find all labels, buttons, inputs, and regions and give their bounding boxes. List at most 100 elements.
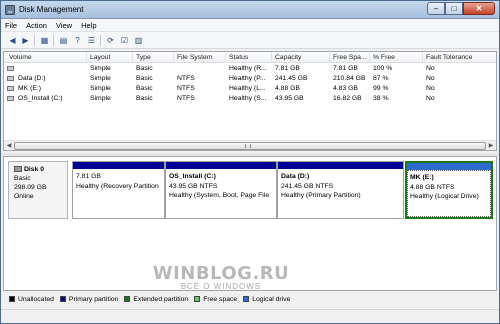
cell-type: Basic <box>136 95 153 102</box>
cell-fault-tolerance: No <box>426 65 435 72</box>
scroll-right-icon[interactable]: ▶ <box>486 141 496 151</box>
partition-name: MK (E:) <box>410 174 434 181</box>
volume-icon <box>7 66 14 71</box>
partition-name: Data (D:) <box>281 173 310 180</box>
cell-type: Basic <box>136 85 153 92</box>
partition-status: Healthy (Primary Partition) <box>281 192 361 199</box>
cell-free-space: 4.83 GB <box>333 85 358 92</box>
legend-item-unallocated: Unallocated <box>9 296 54 303</box>
maximize-button[interactable]: □ <box>445 2 463 15</box>
column-header-status[interactable]: Status <box>229 54 248 61</box>
scrollbar-thumb[interactable] <box>14 142 486 150</box>
column-header-file-system[interactable]: File System <box>177 54 213 61</box>
partition-os-install[interactable]: OS_Install (C:) 43.95 GB NTFS Healthy (S… <box>165 161 277 219</box>
scroll-left-icon[interactable]: ◀ <box>4 141 14 151</box>
close-button[interactable]: ✕ <box>463 2 495 15</box>
close-icon: ✕ <box>475 4 483 13</box>
column-divider[interactable] <box>225 52 226 63</box>
cell-volume: OS_Install (C:) <box>18 95 63 102</box>
menu-file[interactable]: File <box>1 19 22 31</box>
disk-0-label[interactable]: Disk 0 Basic 298.09 GB Online <box>8 161 68 219</box>
partition-data[interactable]: Data (D:) 241.45 GB NTFS Healthy (Primar… <box>277 161 404 219</box>
legend-label: Free space <box>203 295 238 303</box>
hard-disk-icon <box>14 166 22 172</box>
column-header-capacity[interactable]: Capacity <box>275 54 301 61</box>
table-row[interactable]: Simple Basic Healthy (R... 7.81 GB 7.81 … <box>4 64 496 74</box>
window-title: Disk Management <box>19 5 84 14</box>
cell-percent-free: 38 % <box>373 95 389 102</box>
settings-list-icon[interactable]: ▥ <box>133 35 144 46</box>
primary-partition-bar <box>73 162 164 169</box>
legend-swatch <box>59 296 66 302</box>
column-divider[interactable] <box>369 52 370 63</box>
column-header-volume[interactable]: Volume <box>9 54 32 61</box>
cell-free-space: 16.82 GB <box>333 95 362 102</box>
partition-mk[interactable]: MK (E:) 4.88 GB NTFS Healthy (Logical Dr… <box>405 161 493 219</box>
column-divider[interactable] <box>173 52 174 63</box>
cell-layout: Simple <box>90 85 111 92</box>
column-divider[interactable] <box>86 52 87 63</box>
cell-layout: Simple <box>90 75 111 82</box>
cell-percent-free: 87 % <box>373 75 389 82</box>
cell-percent-free: 99 % <box>373 85 389 92</box>
column-header-fault-tolerance[interactable]: Fault Tolerance <box>426 54 472 61</box>
disk-graphical-view: Disk 0 Basic 298.09 GB Online 7.81 GB He… <box>3 156 497 291</box>
table-row[interactable]: OS_Install (C:) Simple Basic NTFS Health… <box>4 94 496 104</box>
help-icon[interactable]: ? <box>72 35 83 46</box>
table-row[interactable]: Data (D:) Simple Basic NTFS Healthy (P..… <box>4 74 496 84</box>
cell-free-space: 7.81 GB <box>333 65 358 72</box>
column-header-layout[interactable]: Layout <box>90 54 110 61</box>
menu-help[interactable]: Help <box>77 19 101 31</box>
legend-item-logical-drive: Logical drive <box>243 296 290 303</box>
back-arrow-icon[interactable]: ◀ <box>7 35 18 46</box>
title-bar[interactable]: Disk Management – □ ✕ <box>1 1 499 19</box>
legend-label: Extended partition <box>133 295 189 303</box>
legend-swatch <box>243 296 250 302</box>
partition-size: 4.88 GB NTFS <box>410 183 455 191</box>
horizontal-scrollbar[interactable]: ◀ ▶ <box>4 140 496 150</box>
partition-status: Healthy (Recovery Partition <box>76 182 159 190</box>
details-list-icon[interactable]: ☰ <box>86 35 97 46</box>
partition-recovery[interactable]: 7.81 GB Healthy (Recovery Partition <box>72 161 165 219</box>
column-divider[interactable] <box>271 52 272 63</box>
check-properties-icon[interactable]: ☑ <box>119 35 130 46</box>
refresh-icon[interactable]: ⟳ <box>105 35 116 46</box>
forward-arrow-icon[interactable]: ▶ <box>20 35 31 46</box>
legend-label: Logical drive <box>252 295 291 303</box>
partition-name: OS_Install (C:) <box>169 173 216 180</box>
cell-volume: MK (E:) <box>18 85 42 92</box>
properties-grid-icon[interactable]: ▦ <box>39 35 50 46</box>
table-row[interactable]: MK (E:) Simple Basic NTFS Healthy (L... … <box>4 84 496 94</box>
volume-icon <box>7 76 14 81</box>
volume-icon <box>7 86 14 91</box>
partition-status: Healthy (Logical Drive) <box>410 193 479 200</box>
logical-drive-bar <box>407 163 491 170</box>
legend-swatch <box>124 296 131 302</box>
column-header-percent-free[interactable]: % Free <box>373 54 395 61</box>
column-divider[interactable] <box>422 52 423 63</box>
legend-label: Unallocated <box>18 295 54 303</box>
legend: Unallocated Primary partition Extended p… <box>3 293 497 305</box>
menu-action[interactable]: Action <box>22 19 52 31</box>
minimize-button[interactable]: – <box>427 2 445 15</box>
column-divider[interactable] <box>329 52 330 63</box>
minimize-icon: – <box>433 4 439 13</box>
column-header-free-space[interactable]: Free Spa... <box>333 54 367 61</box>
cell-capacity: 43.95 GB <box>275 95 304 102</box>
partition-size: 7.81 GB <box>76 173 101 180</box>
menu-bar: File Action View Help <box>1 19 499 32</box>
disk-type: Basic <box>14 175 31 182</box>
cell-status: Healthy (P... <box>229 75 266 82</box>
volume-list[interactable]: Volume Layout Type File System Status Ca… <box>3 51 497 151</box>
column-divider[interactable] <box>132 52 133 63</box>
console-tree-icon[interactable]: ▤ <box>58 35 69 46</box>
primary-partition-bar <box>278 162 403 169</box>
toolbar: ◀ ▶ ▦ ▤ ? ☰ ⟳ ☑ ▥ <box>1 32 499 49</box>
menu-view[interactable]: View <box>52 19 77 31</box>
column-header-type[interactable]: Type <box>136 54 151 61</box>
cell-capacity: 241.45 GB <box>275 75 308 82</box>
volume-list-header: Volume Layout Type File System Status Ca… <box>4 52 496 63</box>
cell-layout: Simple <box>90 95 111 102</box>
disk-name: Disk 0 <box>24 166 45 173</box>
cell-capacity: 4.88 GB <box>275 85 300 92</box>
